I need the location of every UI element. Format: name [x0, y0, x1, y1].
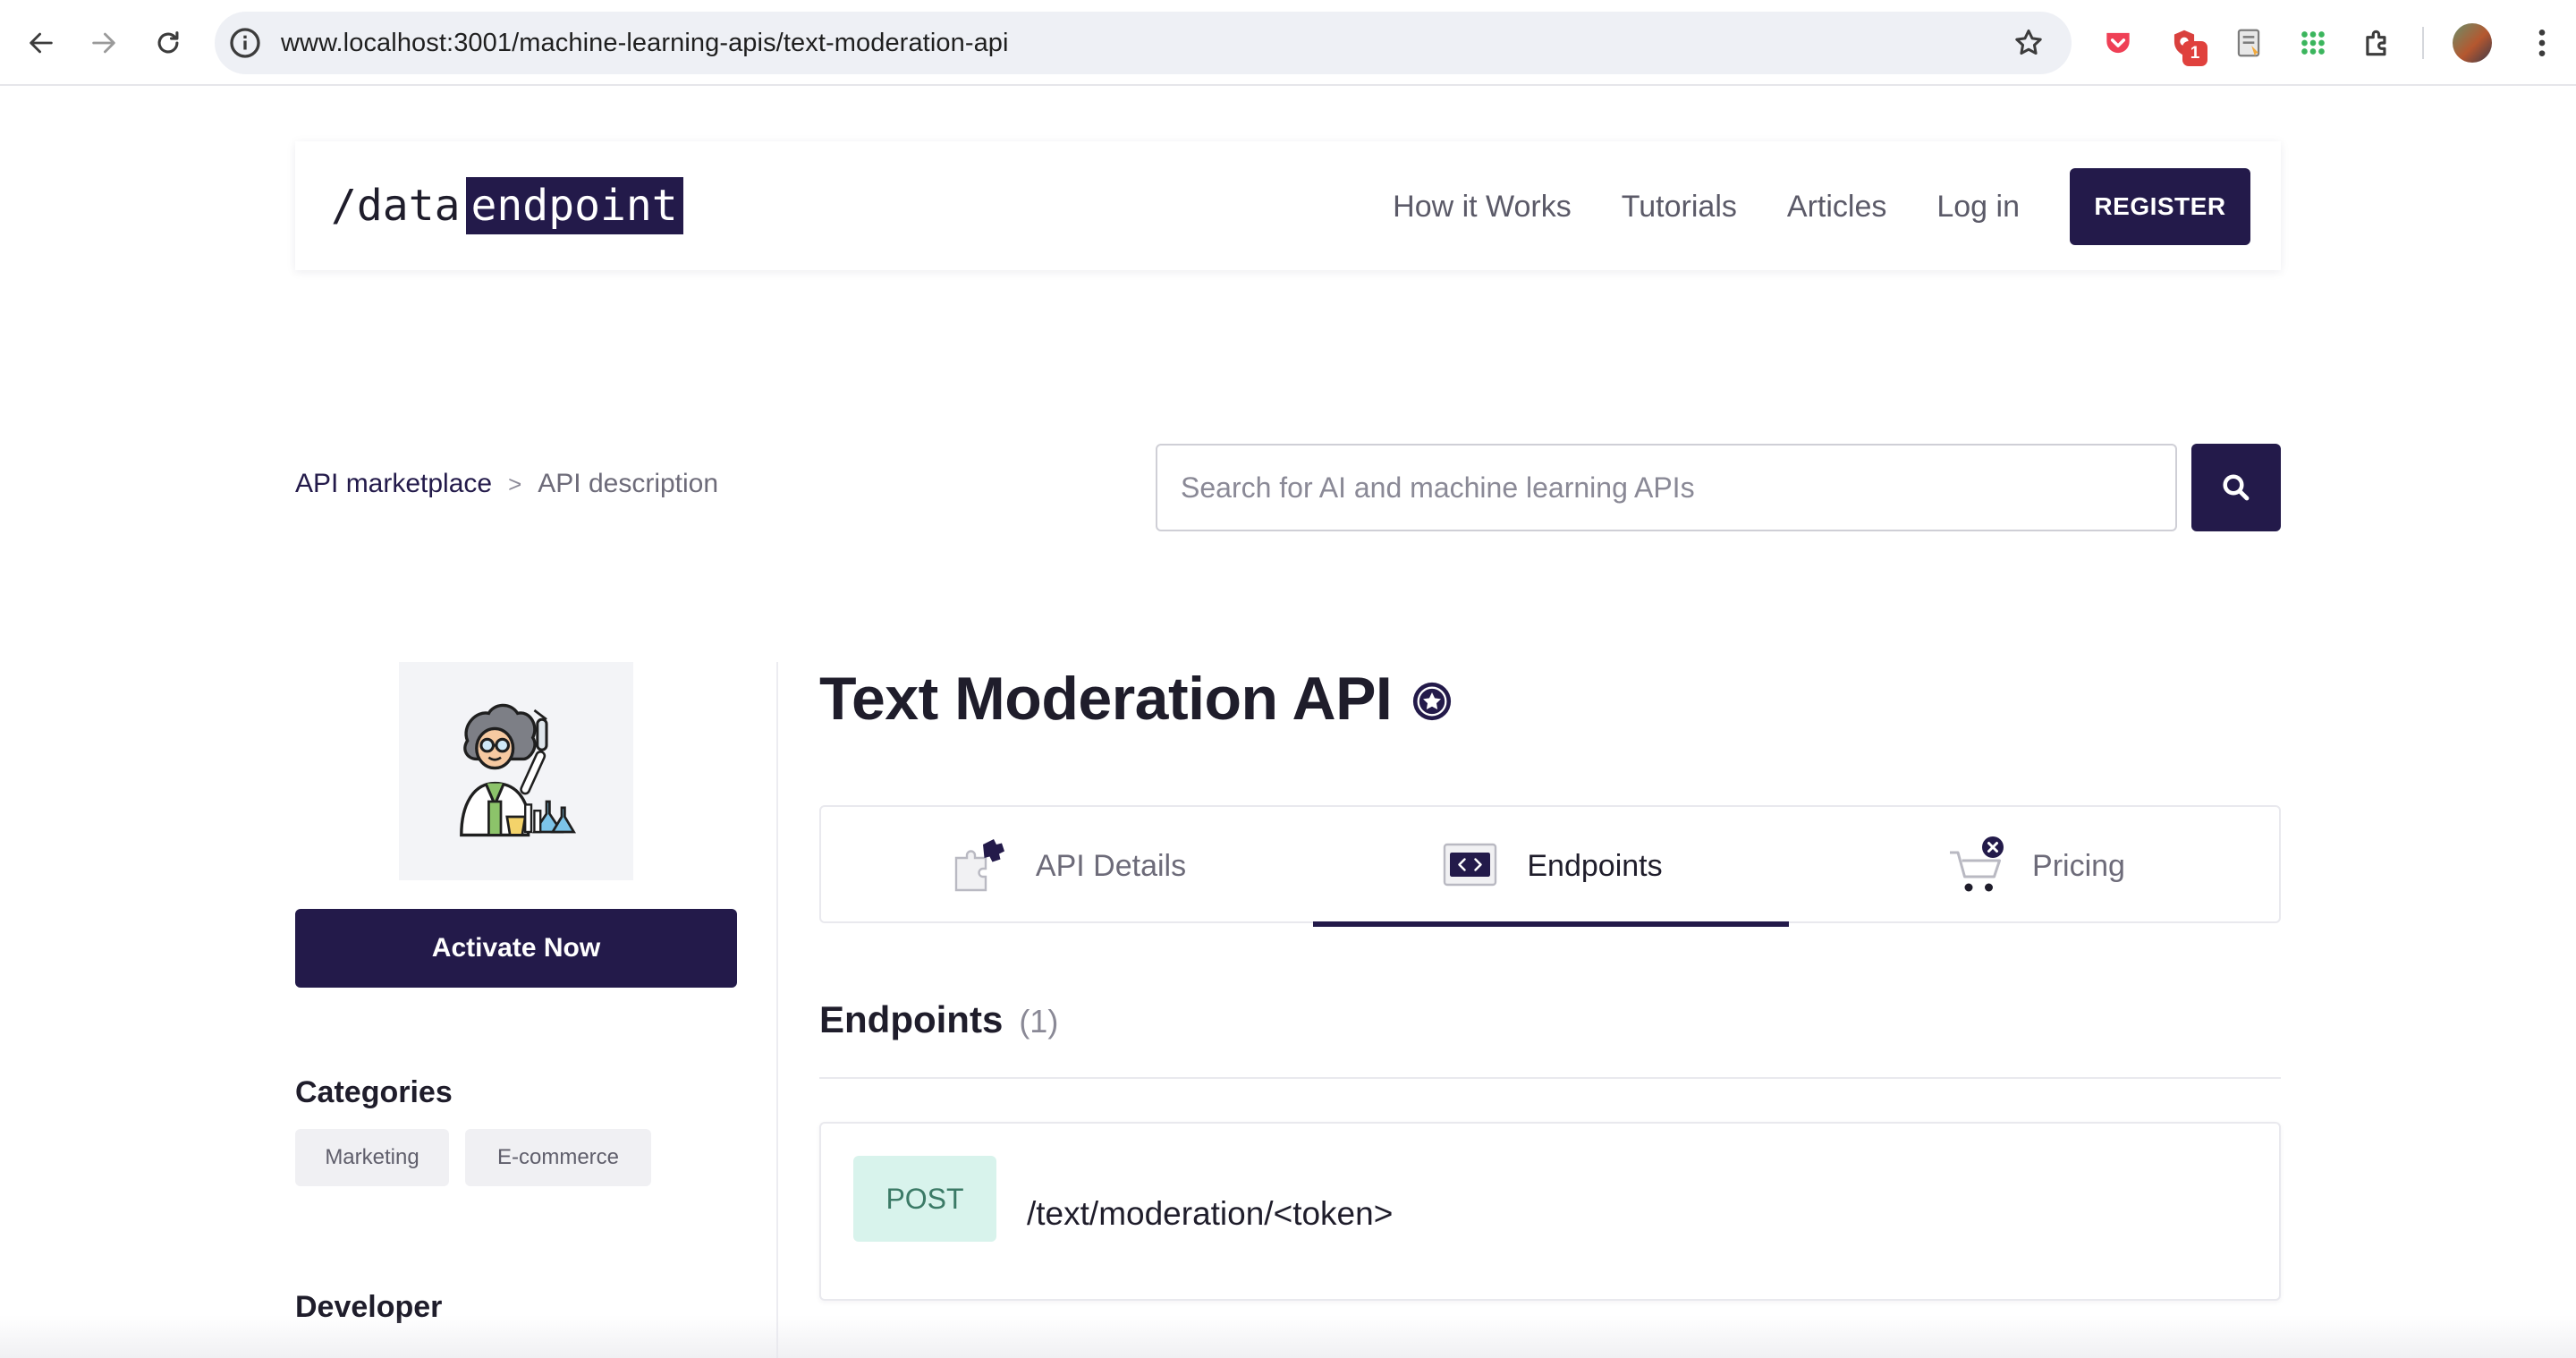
bookmark-star-icon[interactable]: [2012, 27, 2045, 59]
tab-label-pricing: Pricing: [2032, 848, 2125, 883]
endpoints-section-title: Endpoints: [819, 998, 1004, 1040]
verified-badge-icon: [1413, 682, 1452, 721]
sidebar-divider: [776, 662, 778, 1358]
tab-pricing[interactable]: Pricing: [1789, 807, 2281, 925]
reload-icon: [157, 31, 179, 54]
extension-badge: 1: [2182, 41, 2207, 66]
tab-endpoints[interactable]: Endpoints: [1313, 807, 1789, 927]
back-button[interactable]: [20, 21, 63, 64]
site-info-icon[interactable]: [227, 25, 263, 61]
endpoints-section-header: Endpoints (1): [819, 998, 1058, 1041]
api-avatar: [399, 662, 633, 880]
site-header: /data endpoint How it Works Tutorials Ar…: [295, 141, 2281, 270]
puzzle-icon: [954, 839, 1004, 892]
tab-label-endpoints: Endpoints: [1527, 848, 1663, 883]
reload-button[interactable]: [147, 21, 190, 64]
nav-tutorials[interactable]: Tutorials: [1622, 190, 1737, 225]
toolbar-separator: [2422, 27, 2424, 59]
url-text: www.localhost:3001/machine-learning-apis…: [281, 29, 1009, 57]
api-tabs: API Details Endpoints Pricing: [819, 805, 2281, 927]
extensions-puzzle-icon[interactable]: [2360, 25, 2395, 61]
search-icon: [2223, 474, 2250, 501]
search-button[interactable]: [2191, 444, 2281, 531]
browser-menu-icon[interactable]: [2524, 25, 2560, 61]
logo-prefix: /data: [331, 181, 461, 231]
http-method-badge: POST: [853, 1156, 996, 1242]
tab-api-details[interactable]: API Details: [821, 807, 1313, 925]
api-title-row: Text Moderation API: [819, 664, 1453, 734]
code-window-icon: [1444, 843, 1497, 887]
scientist-illustration: [460, 703, 577, 837]
category-tag-ecommerce[interactable]: E-commerce: [465, 1129, 651, 1186]
tab-label-api-details: API Details: [1035, 848, 1187, 883]
cart-icon: [1950, 836, 2004, 892]
browser-toolbar: www.localhost:3001/machine-learning-apis…: [0, 0, 2576, 86]
register-button[interactable]: REGISTER: [2070, 168, 2250, 245]
dots-grid-extension-icon[interactable]: [2295, 25, 2331, 61]
nav-articles[interactable]: Articles: [1787, 190, 1886, 225]
api-title: Text Moderation API: [819, 665, 1393, 733]
breadcrumb-current: API description: [538, 469, 719, 498]
nav-log-in[interactable]: Log in: [1936, 190, 2020, 225]
forward-button[interactable]: [82, 21, 125, 64]
document-extension-icon[interactable]: [2231, 25, 2267, 61]
site-logo[interactable]: /data endpoint: [331, 177, 683, 234]
section-divider: [819, 1077, 2281, 1079]
top-navigation: How it Works Tutorials Articles Log in R…: [1393, 168, 2250, 245]
search-input[interactable]: [1156, 444, 2177, 531]
address-bar[interactable]: www.localhost:3001/machine-learning-apis…: [215, 12, 2072, 74]
logo-highlight: endpoint: [465, 177, 683, 234]
arrow-left-icon: [30, 32, 53, 54]
active-tab-indicator: [1313, 921, 1789, 927]
category-tag-marketing[interactable]: Marketing: [295, 1129, 449, 1186]
viewport-bottom-shadow: [0, 1315, 2576, 1358]
breadcrumb-root[interactable]: API marketplace: [295, 469, 492, 499]
activate-now-button[interactable]: Activate Now: [295, 909, 737, 988]
profile-avatar[interactable]: [2453, 23, 2492, 63]
breadcrumb: API marketplace > API description: [295, 469, 718, 499]
pocket-extension-icon[interactable]: [2100, 25, 2136, 61]
arrow-right-icon: [92, 32, 115, 54]
breadcrumb-separator: >: [508, 470, 522, 497]
endpoint-path: /text/moderation/<token>: [1027, 1195, 1394, 1232]
nav-how-it-works[interactable]: How it Works: [1393, 190, 1572, 225]
endpoint-card[interactable]: POST /text/moderation/<token>: [819, 1122, 2281, 1301]
categories-heading: Categories: [295, 1075, 453, 1109]
endpoints-count: (1): [1019, 1003, 1059, 1040]
